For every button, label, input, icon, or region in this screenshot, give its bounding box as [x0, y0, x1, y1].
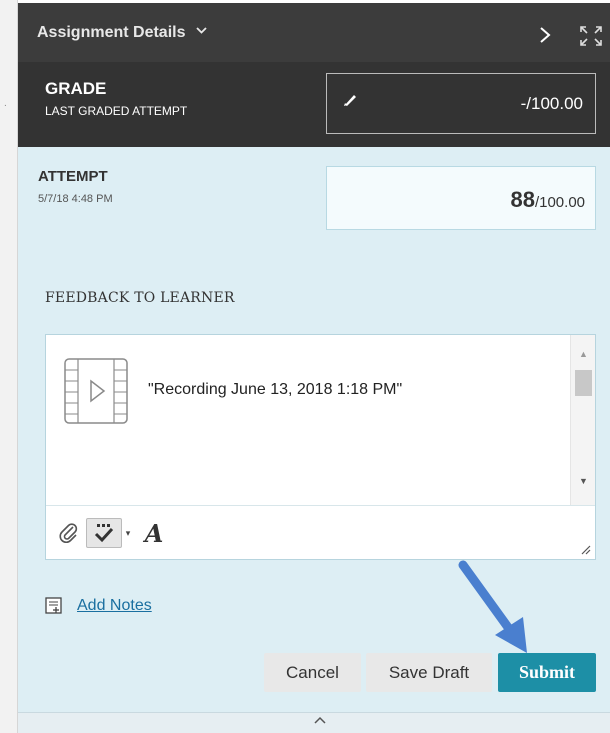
scroll-up-icon[interactable]: ▲ [579, 349, 588, 359]
attempt-out-of: /100.00 [534, 194, 585, 211]
feedback-editor[interactable]: "Recording June 13, 2018 1:18 PM" ▲ ▼ ▾ … [45, 334, 596, 560]
edge-mark: . [4, 98, 7, 109]
attempt-score: 88 [510, 187, 535, 212]
editor-scrollbar[interactable]: ▲ ▼ [570, 335, 595, 505]
expand-icon[interactable] [579, 25, 603, 47]
attempt-date: 5/7/18 4:48 PM [38, 193, 113, 205]
grading-panel: Assignment Details GRADE LAST GRADED ATT… [18, 0, 610, 733]
save-draft-button[interactable]: Save Draft [366, 653, 492, 692]
page-left-strip: . [0, 0, 18, 733]
spellcheck-dropdown[interactable]: ▾ [123, 518, 133, 548]
cancel-button[interactable]: Cancel [264, 653, 361, 692]
video-file-icon[interactable] [64, 358, 128, 424]
arrow-annotation [458, 560, 527, 653]
feedback-content-area[interactable]: "Recording June 13, 2018 1:18 PM" [46, 335, 570, 505]
pencil-icon[interactable] [342, 92, 358, 108]
grade-label: GRADE [45, 79, 107, 98]
panel-title-dropdown[interactable]: Assignment Details [37, 24, 207, 42]
notes-icon [45, 597, 62, 614]
feedback-label: FEEDBACK TO LEARNER [45, 290, 235, 306]
attempt-grade-value: 88/100.00 [510, 187, 585, 213]
grade-value: -/100.00 [520, 94, 583, 113]
submit-button[interactable]: Submit [498, 653, 596, 692]
panel-header: Assignment Details [18, 0, 610, 62]
font-style-icon[interactable]: A [139, 518, 169, 548]
spellcheck-icon [94, 524, 114, 543]
add-notes-label[interactable]: Add Notes [77, 597, 152, 615]
grade-sublabel: LAST GRADED ATTEMPT [45, 104, 188, 118]
chevron-up-icon[interactable] [314, 716, 326, 724]
resize-grip-icon[interactable] [579, 543, 591, 555]
scroll-down-icon[interactable]: ▼ [579, 476, 588, 486]
attempt-grade-field[interactable]: 88/100.00 [326, 166, 596, 230]
panel-title: Assignment Details [37, 24, 186, 41]
grade-section: GRADE LAST GRADED ATTEMPT -/100.00 [18, 62, 610, 147]
chevron-down-icon [196, 27, 207, 34]
bottom-collapse-bar[interactable] [18, 712, 610, 733]
scrollbar-thumb[interactable] [575, 370, 592, 396]
attempt-label: ATTEMPT [38, 168, 108, 185]
editor-toolbar: ▾ A [46, 505, 595, 559]
grade-override-field[interactable]: -/100.00 [326, 73, 596, 134]
chevron-right-icon[interactable] [536, 23, 554, 47]
spellcheck-button[interactable] [86, 518, 122, 548]
attach-button[interactable] [54, 518, 84, 548]
paperclip-icon [59, 523, 78, 543]
recording-link[interactable]: "Recording June 13, 2018 1:18 PM" [148, 381, 402, 399]
add-notes-link[interactable]: Add Notes [45, 597, 152, 615]
